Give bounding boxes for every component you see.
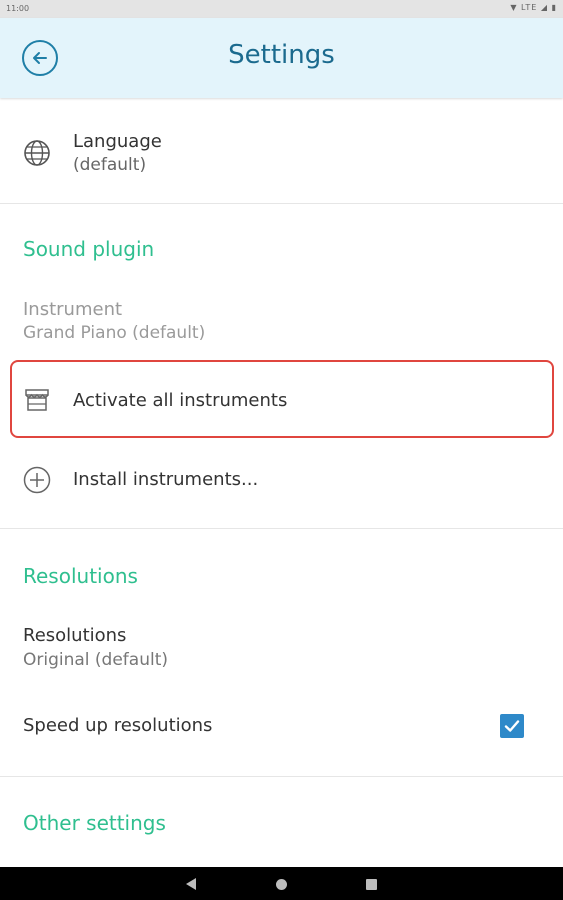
instrument-value: Grand Piano (default) xyxy=(23,323,206,343)
section-title-other-settings: Other settings xyxy=(23,811,166,835)
store-icon xyxy=(22,385,52,415)
install-instruments-item[interactable]: Install instruments... xyxy=(0,446,563,514)
nav-back-icon[interactable] xyxy=(186,878,196,890)
nav-home-icon[interactable] xyxy=(276,879,287,890)
instrument-label: Instrument xyxy=(23,299,123,320)
speed-up-checkbox[interactable] xyxy=(500,714,524,738)
speed-up-resolutions-label: Speed up resolutions xyxy=(23,715,213,736)
globe-icon xyxy=(22,138,52,168)
resolutions-setting[interactable]: Resolutions Original (default) xyxy=(0,620,563,678)
system-navigation-bar xyxy=(0,867,563,900)
app-bar: Settings xyxy=(0,18,563,98)
resolutions-label: Resolutions xyxy=(23,625,127,646)
install-instruments-label: Install instruments... xyxy=(73,469,259,490)
activate-all-instruments-item[interactable]: Activate all instruments xyxy=(0,366,563,434)
plus-circle-icon xyxy=(22,465,52,495)
speed-up-resolutions-item[interactable]: Speed up resolutions xyxy=(0,700,563,752)
nav-recents-icon[interactable] xyxy=(366,879,377,890)
divider xyxy=(0,776,563,777)
language-setting[interactable]: Language (default) xyxy=(0,120,563,202)
page-title: Settings xyxy=(228,40,335,70)
resolutions-value: Original (default) xyxy=(23,650,169,670)
instrument-setting: Instrument Grand Piano (default) xyxy=(0,298,563,350)
divider xyxy=(0,203,563,204)
status-bar: 11:00 ▼ LTE ◢ ▮ xyxy=(0,0,563,18)
language-value: (default) xyxy=(73,155,147,175)
language-label: Language xyxy=(73,131,162,152)
divider xyxy=(0,528,563,529)
section-title-resolutions: Resolutions xyxy=(23,564,138,588)
activate-all-instruments-label: Activate all instruments xyxy=(73,390,288,411)
status-time: 11:00 xyxy=(6,4,30,13)
checkmark-icon xyxy=(504,720,520,732)
status-indicators: ▼ LTE ◢ ▮ xyxy=(510,3,557,12)
section-title-sound-plugin: Sound plugin xyxy=(23,237,155,261)
